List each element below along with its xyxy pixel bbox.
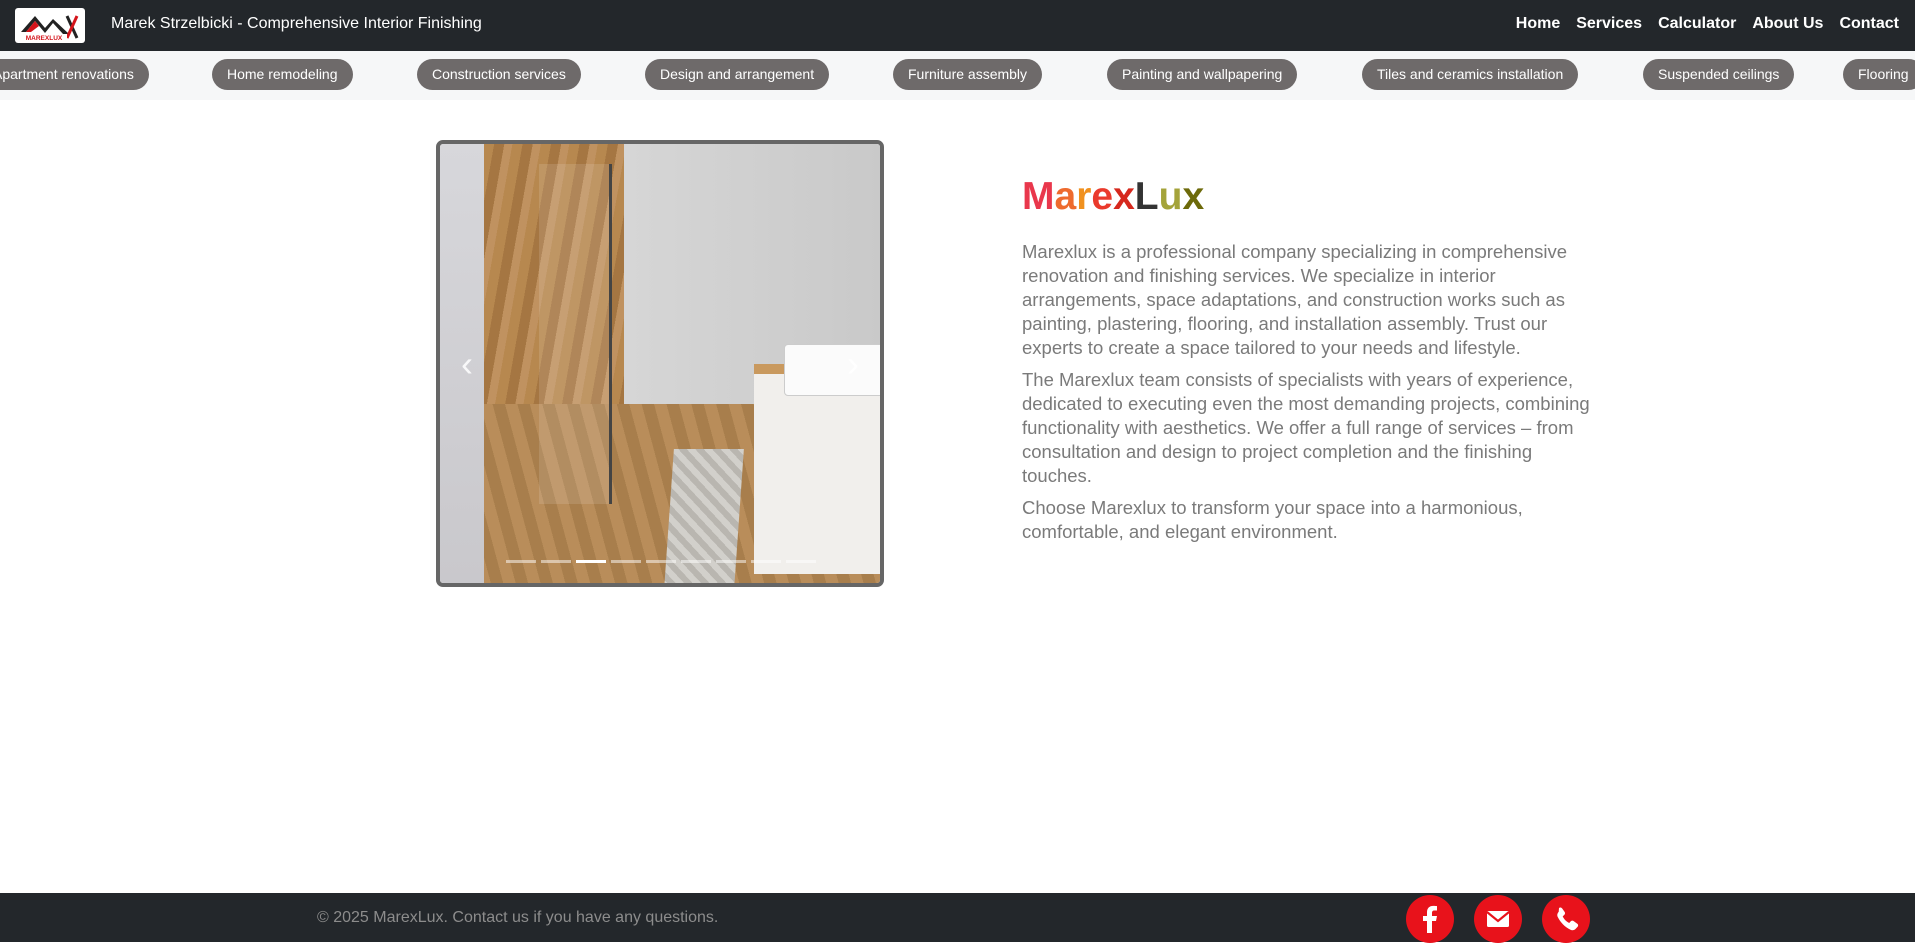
nav-link-calculator[interactable]: Calculator xyxy=(1658,15,1736,33)
email-button[interactable] xyxy=(1474,895,1522,943)
about-paragraph-intro: Marexlux is a professional company speci… xyxy=(1022,241,1567,358)
about-section: MarexLux Marexlux is a professional comp… xyxy=(1022,172,1592,552)
logo-text: MAREXLUX xyxy=(26,35,63,42)
phone-icon xyxy=(1557,907,1579,931)
facebook-icon xyxy=(1423,905,1437,933)
carousel-indicator[interactable] xyxy=(681,560,711,563)
site-footer: © 2025 MarexLux. Contact us if you have … xyxy=(0,893,1915,943)
main-nav: Home Services Calculator About Us Contac… xyxy=(1500,15,1899,33)
site-brand[interactable]: Marek Strzelbicki - Comprehensive Interi… xyxy=(111,15,482,33)
carousel-indicators xyxy=(506,560,816,563)
page-title: MarexLux xyxy=(1022,175,1205,218)
carousel-indicator[interactable] xyxy=(646,560,676,563)
service-pill-construction-services[interactable]: Construction services xyxy=(417,59,581,90)
service-pill-design-arrangement[interactable]: Design and arrangement xyxy=(645,59,830,90)
carousel-indicator[interactable] xyxy=(541,560,571,563)
service-pill-painting-wallpapering[interactable]: Painting and wallpapering xyxy=(1107,59,1298,90)
chevron-left-icon: ‹ xyxy=(461,343,473,384)
carousel-indicator[interactable] xyxy=(611,560,641,563)
logo-icon: MAREXLUX xyxy=(21,15,79,42)
about-paragraph-team: The Marexlux team consists of specialist… xyxy=(1022,369,1590,486)
carousel-indicator[interactable] xyxy=(786,560,816,563)
carousel-indicator[interactable] xyxy=(506,560,536,563)
facebook-button[interactable] xyxy=(1406,895,1454,943)
nav-link-contact[interactable]: Contact xyxy=(1839,15,1899,33)
nav-link-about-us[interactable]: About Us xyxy=(1752,15,1823,33)
phone-button[interactable] xyxy=(1542,895,1590,943)
carousel-indicator[interactable] xyxy=(751,560,781,563)
copyright-text: © 2025 MarexLux. Contact us if you have … xyxy=(317,909,719,926)
service-pill-flooring[interactable]: Flooring xyxy=(1843,59,1915,90)
bathroom-photo xyxy=(484,144,880,583)
service-pill-home-remodeling[interactable]: Home remodeling xyxy=(212,59,353,90)
nav-link-home[interactable]: Home xyxy=(1516,15,1560,33)
email-icon xyxy=(1486,911,1510,927)
carousel-indicator-active[interactable] xyxy=(576,560,606,563)
top-navbar: MAREXLUX Marek Strzelbicki - Comprehensi… xyxy=(0,0,1915,51)
services-ticker: Apartment renovations Home remodeling Co… xyxy=(0,51,1915,100)
carousel-indicator[interactable] xyxy=(716,560,746,563)
nav-link-services[interactable]: Services xyxy=(1576,15,1642,33)
about-paragraph-cta: Choose Marexlux to transform your space … xyxy=(1022,497,1523,542)
company-logo[interactable]: MAREXLUX xyxy=(15,8,85,43)
chevron-right-icon: › xyxy=(847,343,859,384)
carousel-prev-button[interactable]: ‹ xyxy=(452,344,482,384)
service-pill-apartment-renovations[interactable]: Apartment renovations xyxy=(0,59,149,90)
service-pill-suspended-ceilings[interactable]: Suspended ceilings xyxy=(1643,59,1795,90)
image-carousel[interactable]: ‹ › xyxy=(436,140,884,587)
service-pill-tiles-ceramics[interactable]: Tiles and ceramics installation xyxy=(1362,59,1579,90)
carousel-next-button[interactable]: › xyxy=(838,344,868,384)
service-pill-furniture-assembly[interactable]: Furniture assembly xyxy=(893,59,1043,90)
